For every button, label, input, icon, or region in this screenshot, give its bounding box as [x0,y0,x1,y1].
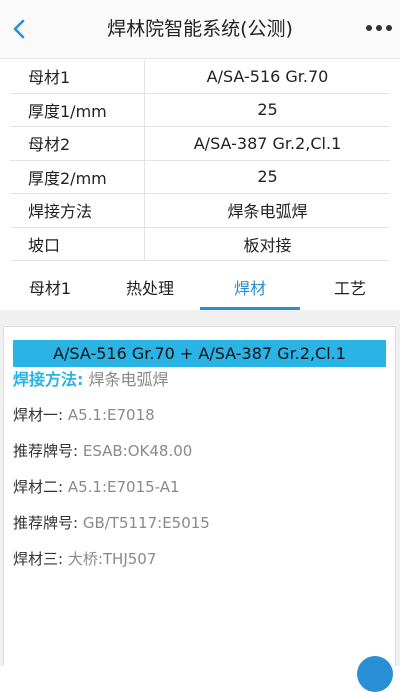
tab-process[interactable]: 工艺 [300,264,400,310]
recommended-brand-2-row: 推荐牌号: GB/T5117:E5015 [13,511,210,535]
app-header: 焊林院智能系统(公测) [0,0,400,59]
info-label: 厚度2/mm [28,168,107,188]
info-label: 坡口 [28,235,61,255]
info-label: 母材2 [28,135,71,155]
more-button[interactable] [362,14,396,42]
info-value: 板对接 [144,227,390,260]
consumable-1-row: 焊材一: A5.1:E7018 [13,403,155,427]
info-value: 25 [144,160,390,193]
detail-value: ESAB:OK48.00 [82,442,193,460]
tab-heat-treatment[interactable]: 热处理 [100,264,200,310]
detail-label: 焊材三: [13,550,64,568]
recommended-brand-1-row: 推荐牌号: ESAB:OK48.00 [13,439,192,463]
info-label: 母材1 [28,68,71,88]
info-row: 母材1 A/SA-516 Gr.70 [10,60,390,94]
weld-method-label: 焊接方法: [13,370,84,389]
detail-value: GB/T5117:E5015 [82,514,210,532]
detail-label: 推荐牌号: [13,442,79,460]
tab-bar: 母材1 热处理 焊材 工艺 [0,264,400,310]
info-table: 母材1 A/SA-516 Gr.70 厚度1/mm 25 母材2 A/SA-38… [10,60,390,261]
info-label: 焊接方法 [28,202,93,222]
weld-method-value: 焊条电弧焊 [88,370,169,389]
detail-label: 焊材一: [13,406,64,424]
info-row: 母材2 A/SA-387 Gr.2,Cl.1 [10,127,390,161]
info-row: 焊接方法 焊条电弧焊 [10,194,390,228]
tab-welding-consumables[interactable]: 焊材 [200,264,300,310]
back-button[interactable] [4,12,34,46]
detail-label: 推荐牌号: [13,514,79,532]
more-dots-icon [366,25,372,31]
detail-value: A5.1:E7018 [67,406,155,424]
info-value: 25 [144,93,390,126]
material-pair-bar: A/SA-516 Gr.70 + A/SA-387 Gr.2,Cl.1 [13,340,386,367]
info-row: 坡口 板对接 [10,227,390,261]
detail-value: A5.1:E7015-A1 [67,478,180,496]
info-value: A/SA-387 Gr.2,Cl.1 [144,127,390,160]
info-label: 厚度1/mm [28,101,107,121]
weld-method: 焊接方法: 焊条电弧焊 [13,368,169,392]
page-title: 焊林院智能系统(公测) [107,18,293,40]
floating-action-button[interactable] [357,656,393,692]
info-value: A/SA-516 Gr.70 [144,60,390,93]
info-row: 厚度2/mm 25 [10,160,390,194]
chevron-left-icon [13,19,25,39]
consumable-3-row: 焊材三: 大桥:THJ507 [13,547,156,571]
consumable-2-row: 焊材二: A5.1:E7015-A1 [13,475,180,499]
detail-label: 焊材二: [13,478,64,496]
tab-base-metal-1[interactable]: 母材1 [0,264,100,310]
info-value: 焊条电弧焊 [144,194,390,227]
info-row: 厚度1/mm 25 [10,93,390,127]
detail-value: 大桥:THJ507 [67,550,157,568]
